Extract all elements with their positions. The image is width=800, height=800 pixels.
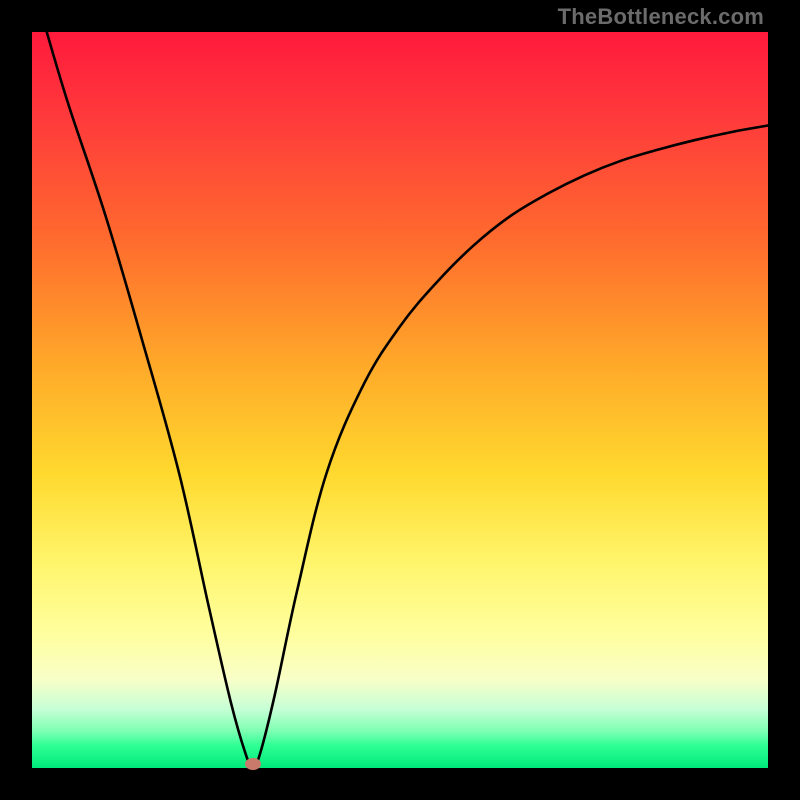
watermark-label: TheBottleneck.com — [558, 4, 764, 30]
chart-frame: TheBottleneck.com — [0, 0, 800, 800]
bottleneck-curve — [32, 32, 768, 768]
optimal-point-marker — [245, 758, 261, 770]
plot-area — [32, 32, 768, 768]
